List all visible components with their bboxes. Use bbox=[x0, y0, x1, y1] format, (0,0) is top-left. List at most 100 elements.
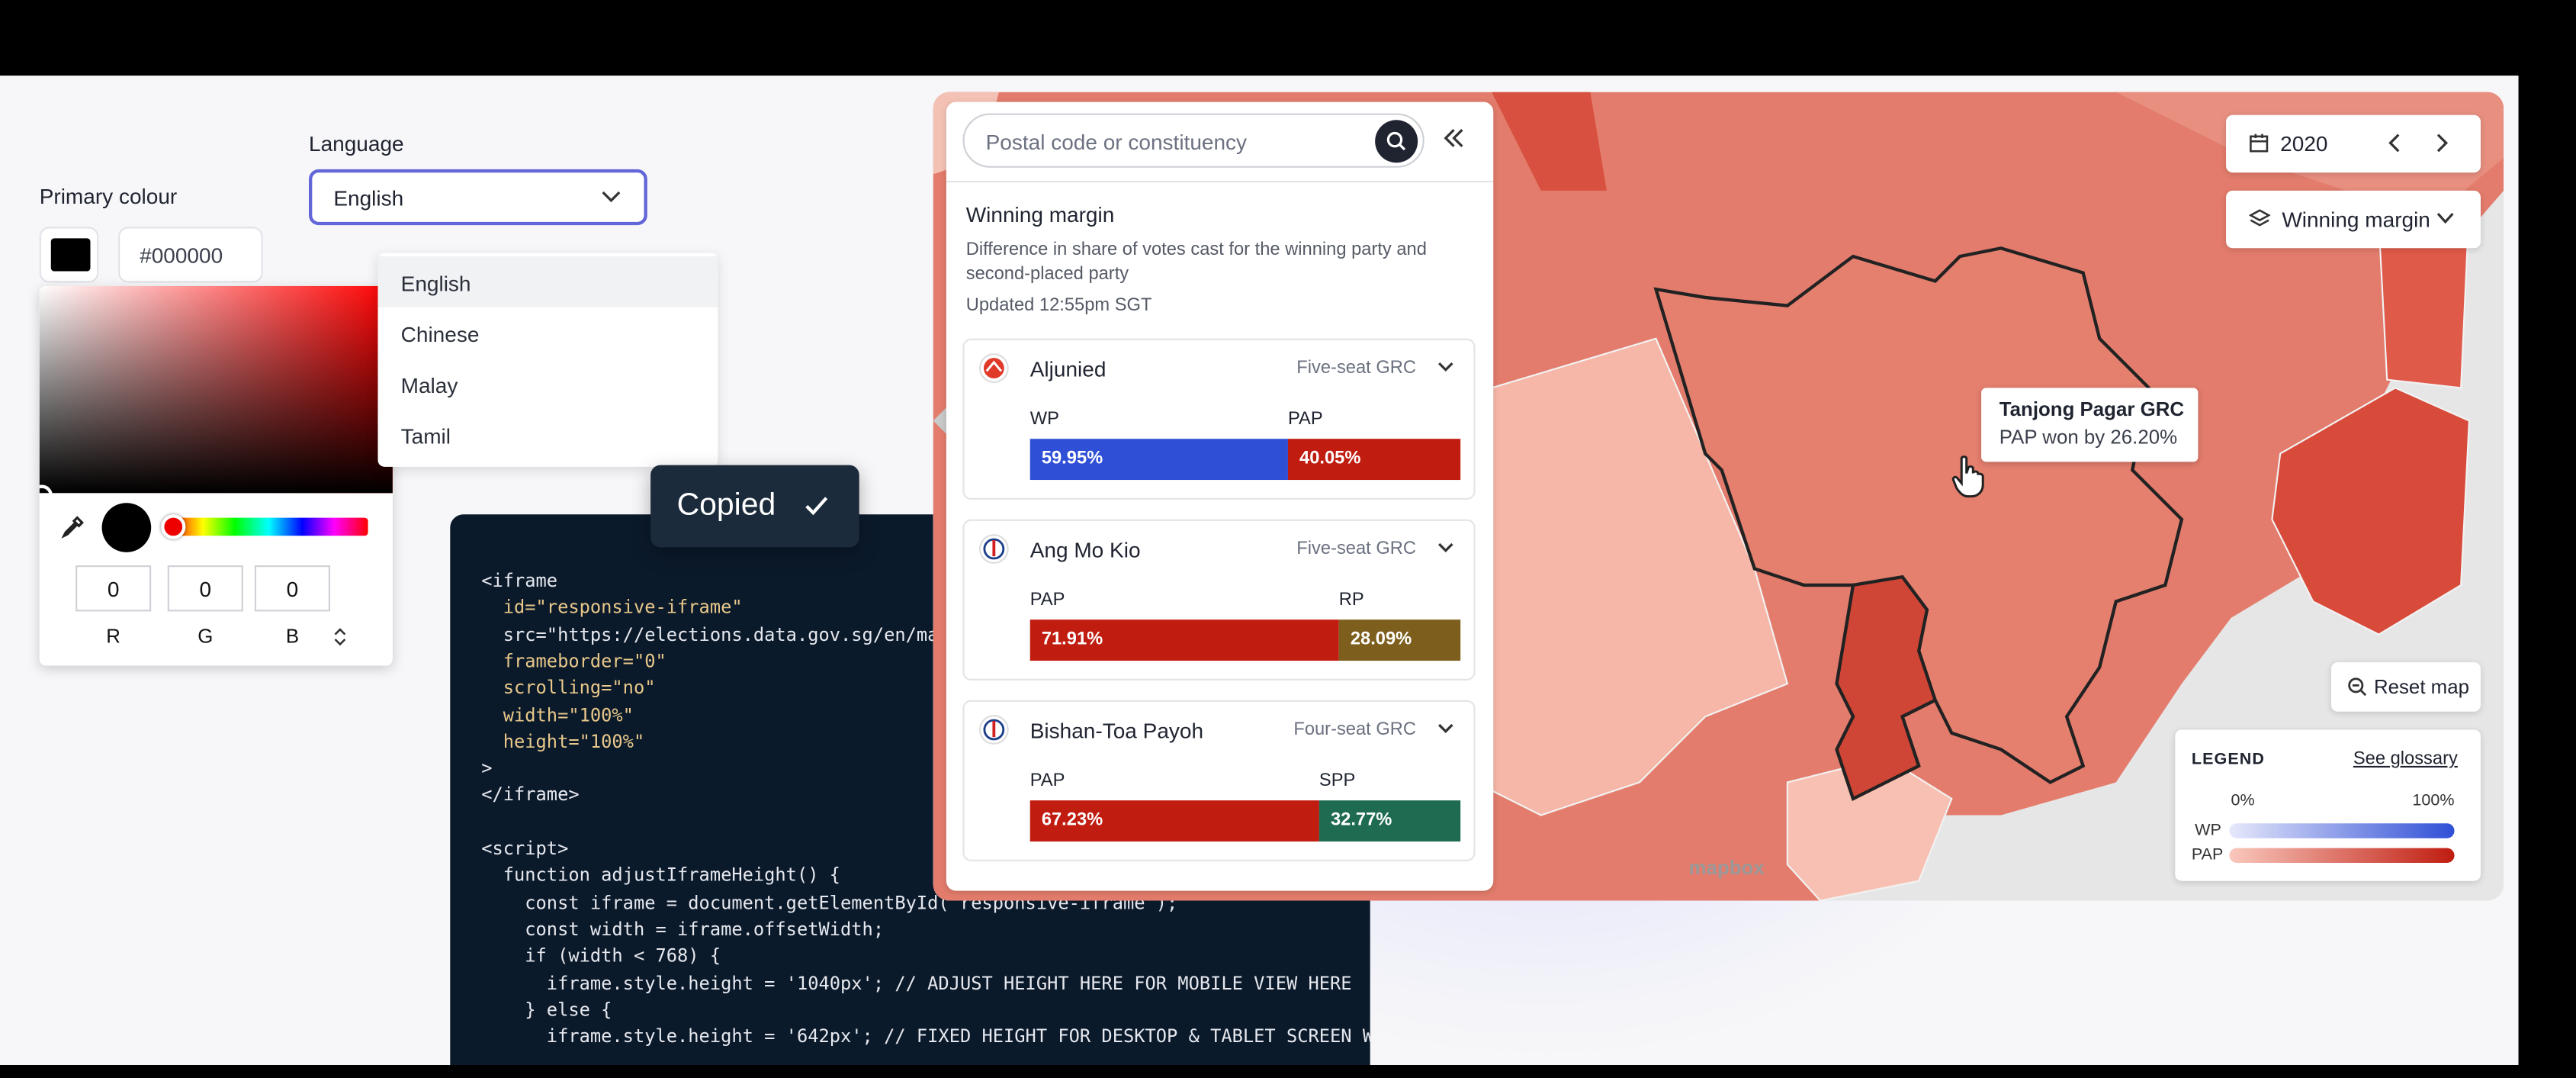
search-button[interactable] bbox=[1375, 120, 1418, 163]
results-panel: Postal code or constituency Winning marg… bbox=[946, 101, 1494, 891]
constituency-name: Ang Mo Kio bbox=[1029, 537, 1141, 562]
red-label: R bbox=[106, 624, 120, 648]
reset-map-button[interactable]: Reset map bbox=[2330, 662, 2481, 712]
party-1-bar: 67.23% bbox=[1029, 800, 1319, 842]
map-legend: LEGEND See glossary 0% 100% WP PAP bbox=[2175, 729, 2481, 881]
language-option-chinese[interactable]: Chinese bbox=[377, 307, 718, 359]
party-2-bar: 40.05% bbox=[1287, 439, 1461, 481]
mapbox-attribution: mapbox bbox=[1689, 858, 1765, 879]
chevron-down-icon bbox=[602, 191, 621, 203]
hue-slider-handle[interactable] bbox=[161, 514, 186, 539]
hue-slider[interactable] bbox=[169, 517, 368, 536]
party-2-bar: 32.77% bbox=[1319, 800, 1461, 842]
constituency-card[interactable]: Aljunied Five-seat GRC WP PAP 59.95% 40.05% bbox=[962, 338, 1476, 500]
tooltip-title: Tanjong Pagar GRC bbox=[1999, 397, 2185, 421]
party-1-bar: 71.91% bbox=[1029, 619, 1339, 661]
search-input[interactable]: Postal code or constituency bbox=[962, 113, 1425, 168]
colour-picker-popover: 0 0 0 R G B bbox=[39, 285, 393, 666]
legend-max: 100% bbox=[2412, 792, 2455, 811]
code-line: iframe.style.height = '1040px'; // ADJUS… bbox=[481, 972, 1352, 994]
divider bbox=[946, 180, 1494, 183]
party-2-bar: 28.09% bbox=[1338, 619, 1461, 661]
search-icon bbox=[1386, 131, 1406, 151]
layer-value: Winning margin bbox=[2282, 207, 2430, 232]
party-1-label: PAP bbox=[1029, 590, 1065, 610]
constituency-card[interactable]: Bishan-Toa Payoh Four-seat GRC PAP SPP 67.23… bbox=[962, 700, 1476, 861]
primary-colour-label: Primary colour bbox=[39, 184, 178, 209]
chevron-down-icon[interactable] bbox=[1434, 716, 1457, 739]
constituency-card[interactable]: Ang Mo Kio Five-seat GRC PAP RP 71.91% 28.09% bbox=[962, 519, 1476, 681]
language-select[interactable]: English bbox=[309, 169, 647, 226]
legend-row-pap: PAP bbox=[2191, 846, 2224, 865]
legend-min: 0% bbox=[2231, 792, 2255, 811]
reset-map-label: Reset map bbox=[2373, 675, 2469, 699]
party-2-label: RP bbox=[1338, 590, 1364, 610]
eyedropper-icon[interactable] bbox=[59, 514, 85, 540]
code-line: function adjustIframeHeight() { bbox=[481, 864, 841, 887]
next-year-icon[interactable] bbox=[2433, 133, 2450, 153]
chevron-down-icon[interactable] bbox=[1434, 355, 1457, 378]
language-option-malay[interactable]: Malay bbox=[377, 359, 718, 410]
format-toggle-icon[interactable] bbox=[333, 628, 346, 646]
party-logo-icon bbox=[978, 353, 1009, 383]
party-1-label: PAP bbox=[1029, 771, 1065, 791]
language-selected-value: English bbox=[333, 185, 404, 211]
layer-select[interactable]: Winning margin bbox=[2226, 190, 2481, 249]
colour-swatch bbox=[50, 238, 91, 272]
copied-toast: Copied bbox=[650, 465, 859, 548]
tooltip-text: PAP won by 26.20% bbox=[1999, 425, 2178, 449]
legend-title: LEGEND bbox=[2191, 751, 2266, 770]
language-label: Language bbox=[309, 131, 404, 156]
previous-year-icon[interactable] bbox=[2387, 133, 2404, 153]
code-line: height="100%" bbox=[481, 731, 645, 753]
code-line: </iframe> bbox=[481, 784, 580, 806]
code-line: frameborder="0" bbox=[481, 650, 666, 672]
chevron-down-icon bbox=[2436, 212, 2454, 224]
see-glossary-link[interactable]: See glossary bbox=[2353, 749, 2458, 769]
legend-row-wp: WP bbox=[2195, 822, 2221, 840]
hand-cursor-icon bbox=[1951, 455, 1984, 498]
zoom-out-icon bbox=[2348, 677, 2367, 697]
green-input[interactable]: 0 bbox=[167, 565, 243, 612]
blue-label: B bbox=[285, 624, 300, 648]
calendar-icon bbox=[2250, 134, 2269, 153]
layers-icon bbox=[2249, 209, 2271, 227]
party-logo-icon bbox=[978, 715, 1009, 745]
language-menu: English Chinese Malay Tamil bbox=[377, 253, 718, 467]
panel-description: Difference in share of votes cast for th… bbox=[965, 240, 1427, 285]
screen: Primary colour #000000 0 0 0 R G B Langu… bbox=[0, 0, 2576, 1078]
constituency-type: Five-seat GRC bbox=[1296, 358, 1417, 378]
code-line: <script> bbox=[481, 838, 569, 860]
colour-preview bbox=[101, 503, 152, 552]
green-label: G bbox=[198, 624, 214, 648]
code-line: src="https://elections.data.gov.sg/en/ma bbox=[481, 623, 939, 645]
saturation-area[interactable] bbox=[39, 285, 393, 494]
language-option-english[interactable]: English bbox=[377, 256, 718, 307]
code-line: iframe.style.height = '642px'; // FIXED … bbox=[481, 1025, 1370, 1047]
constituency-type: Four-seat GRC bbox=[1293, 719, 1417, 740]
party-logo-icon bbox=[978, 534, 1009, 564]
language-option-tamil[interactable]: Tamil bbox=[377, 409, 718, 460]
constituency-name: Aljunied bbox=[1029, 356, 1107, 381]
code-line: > bbox=[481, 758, 493, 780]
chevron-down-icon[interactable] bbox=[1434, 536, 1457, 558]
code-line: } else { bbox=[481, 999, 612, 1021]
page: Primary colour #000000 0 0 0 R G B Langu… bbox=[0, 76, 2519, 1065]
panel-title: Winning margin bbox=[965, 201, 1115, 227]
collapse-panel-icon[interactable] bbox=[1442, 127, 1465, 150]
code-line: id="responsive-iframe" bbox=[481, 597, 743, 619]
constituency-name: Bishan-Toa Payoh bbox=[1029, 718, 1204, 743]
party-2-label: SPP bbox=[1319, 771, 1356, 791]
red-input[interactable]: 0 bbox=[75, 565, 152, 612]
code-line: const width = iframe.offsetWidth; bbox=[481, 919, 885, 941]
colour-swatch-button[interactable] bbox=[39, 227, 99, 283]
code-line: width="100%" bbox=[481, 704, 634, 726]
party-1-bar: 59.95% bbox=[1029, 439, 1288, 481]
copied-text: Copied bbox=[676, 488, 776, 523]
code-line: if (width < 768) { bbox=[481, 945, 721, 967]
legend-wp-gradient bbox=[2229, 823, 2455, 838]
hex-input[interactable]: #000000 bbox=[118, 227, 263, 283]
blue-input[interactable]: 0 bbox=[254, 565, 331, 612]
legend-pap-gradient bbox=[2229, 848, 2455, 864]
check-icon bbox=[805, 497, 828, 516]
